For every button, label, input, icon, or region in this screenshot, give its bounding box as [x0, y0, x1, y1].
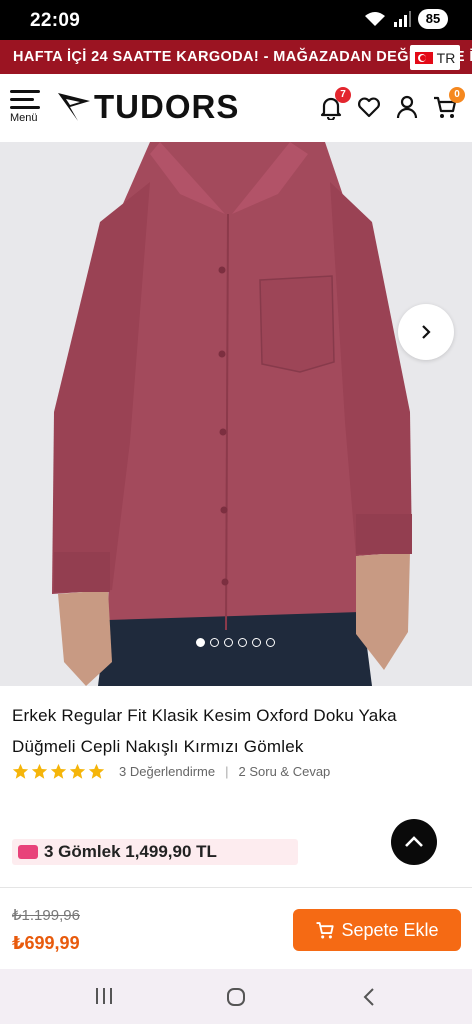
- logo-text: TUDORS: [94, 88, 240, 125]
- back-button[interactable]: [362, 987, 376, 1012]
- battery-indicator: 85: [418, 9, 448, 29]
- promo-text: 3 Gömlek 1,499,90 TL: [44, 842, 217, 861]
- brand-logo[interactable]: TUDORS: [56, 88, 239, 126]
- signal-icon: [393, 11, 411, 27]
- menu-label: Menü: [10, 112, 38, 124]
- announcement-bar: HAFTA İÇİ 24 SAATTE KARGODA! - MAĞAZADAN…: [0, 40, 472, 74]
- gallery-dot[interactable]: [238, 638, 247, 647]
- cart-count-badge: 0: [449, 87, 465, 103]
- chevron-up-icon: [405, 836, 423, 847]
- cart-button[interactable]: 0: [432, 87, 465, 120]
- gallery-dot[interactable]: [252, 638, 261, 647]
- star-icon: [12, 763, 29, 779]
- header-actions: 7 0: [318, 87, 465, 122]
- back-icon: [363, 988, 374, 1006]
- wifi-icon: [364, 11, 386, 27]
- add-to-cart-button[interactable]: Sepete Ekle: [293, 909, 461, 951]
- account-button[interactable]: [394, 94, 420, 120]
- star-icon: [69, 763, 86, 779]
- add-to-cart-label: Sepete Ekle: [341, 919, 439, 940]
- status-icons: 85: [364, 9, 448, 29]
- gallery-dot[interactable]: [210, 638, 219, 647]
- recent-apps-button[interactable]: [94, 987, 114, 1010]
- rating-row: 3 Değerlendirme | 2 Soru & Cevap: [12, 763, 330, 780]
- sale-price: ₺699,99: [12, 933, 80, 953]
- recents-icon: [96, 988, 112, 1004]
- announcement-text: HAFTA İÇİ 24 SAATTE KARGODA! - MAĞAZADAN…: [13, 49, 472, 65]
- notifications-button[interactable]: 7: [318, 87, 351, 122]
- qa-link[interactable]: 2 Soru & Cevap: [239, 764, 331, 779]
- home-circle-icon: [227, 988, 245, 1006]
- gallery-pagination: [196, 638, 275, 647]
- home-button[interactable]: [226, 987, 246, 1012]
- old-price: ₺1.199,96: [12, 907, 80, 924]
- scroll-to-top-button[interactable]: [391, 819, 437, 865]
- star-icon: [31, 763, 48, 779]
- status-time: 22:09: [30, 10, 81, 31]
- ticket-icon: [18, 845, 38, 859]
- bundle-promo[interactable]: 3 Gömlek 1,499,90 TL: [12, 839, 298, 865]
- product-gallery[interactable]: [0, 142, 472, 686]
- cart-icon: [316, 922, 335, 939]
- purchase-bar: ₺1.199,96 ₺699,99 Sepete Ekle: [0, 887, 472, 969]
- turkey-flag-icon: [414, 51, 433, 64]
- system-nav-bar: [0, 969, 472, 1024]
- chevron-right-icon: [422, 325, 431, 339]
- status-bar: 22:09 85: [0, 0, 472, 40]
- gallery-dot[interactable]: [196, 638, 205, 647]
- star-icon: [88, 763, 105, 779]
- flag-logo-icon: [58, 93, 90, 121]
- star-icon: [50, 763, 67, 779]
- reviews-link[interactable]: 3 Değerlendirme: [119, 764, 215, 779]
- heart-icon: [358, 97, 380, 118]
- gallery-dot[interactable]: [266, 638, 275, 647]
- rating-stars: [12, 763, 105, 780]
- notification-badge: 7: [335, 87, 351, 103]
- language-label: TR: [436, 49, 456, 66]
- separator: |: [225, 764, 229, 779]
- product-photo: [0, 142, 472, 686]
- hamburger-icon: [10, 90, 46, 109]
- language-selector[interactable]: TR: [410, 45, 460, 70]
- user-icon: [396, 95, 418, 119]
- favorites-button[interactable]: [356, 94, 382, 120]
- gallery-dot[interactable]: [224, 638, 233, 647]
- next-image-button[interactable]: [398, 304, 454, 360]
- product-title: Erkek Regular Fit Klasik Kesim Oxford Do…: [12, 706, 397, 756]
- site-header: Menü TUDORS 7 0: [0, 74, 472, 142]
- menu-button[interactable]: Menü: [10, 90, 46, 128]
